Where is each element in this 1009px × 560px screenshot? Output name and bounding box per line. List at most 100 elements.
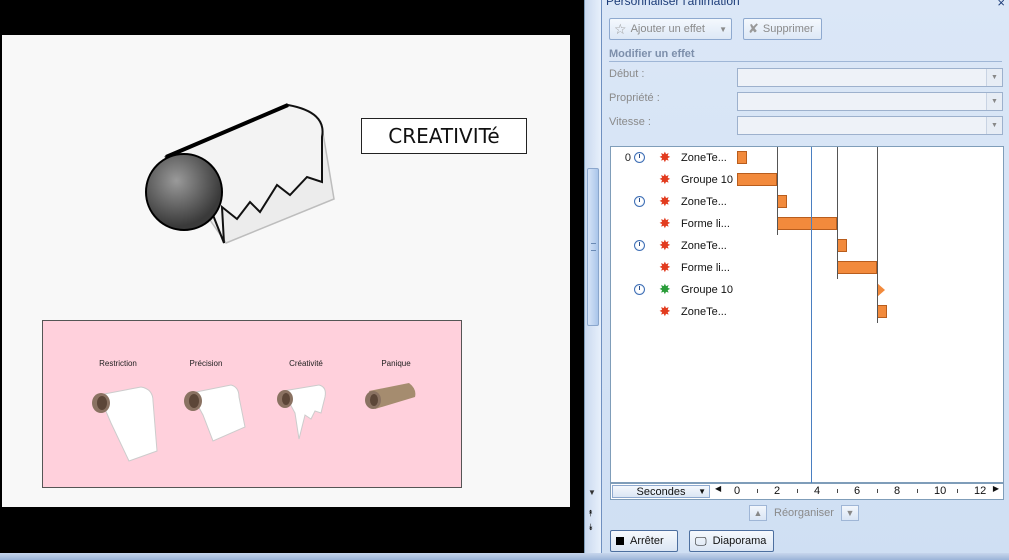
star-outline-icon: ☆: [614, 20, 627, 37]
timeline-tick-label: 8: [894, 485, 901, 497]
timeline-tick-label: 10: [934, 485, 947, 497]
animation-label: ZoneTe...: [681, 196, 727, 208]
delete-label: Supprimer: [762, 23, 814, 35]
stop-button[interactable]: Arrêter: [610, 530, 678, 552]
timeline-cursor[interactable]: [811, 147, 812, 484]
timeline-minor-tick: [797, 489, 798, 493]
red-star-icon: ✸: [659, 303, 671, 319]
timeline-minor-tick: [957, 489, 958, 493]
reorder-controls: ▲ Réorganiser ▼: [749, 504, 859, 522]
timeline-tick-label: 12: [974, 485, 987, 497]
roll-stages-image[interactable]: Restriction Précision Créativité Panique: [42, 320, 462, 488]
timing-boundary-line: [837, 147, 838, 279]
creativite-text-box[interactable]: CREATIVITé: [361, 118, 527, 154]
slideshow-icon: 🖵: [695, 533, 707, 548]
clock-icon: [634, 196, 645, 207]
stage-label-precision: Précision: [189, 359, 223, 368]
status-strip: [0, 553, 1009, 560]
slide-editor-area: CREATIVITé Restriction Précision Créativ…: [0, 0, 584, 560]
timeline-tick-label: 4: [814, 485, 821, 497]
red-star-icon: ✸: [659, 149, 671, 165]
slide-scrollbar[interactable]: ▼ ⯭ ⯯: [584, 0, 601, 560]
next-slide-icon[interactable]: ⯯: [588, 522, 593, 533]
animation-row[interactable]: ✸ Groupe 10: [611, 169, 1003, 191]
timing-bar[interactable]: [837, 261, 877, 274]
roll-half-icon: [184, 384, 246, 442]
timeline-scroll-left-icon[interactable]: ◀: [715, 484, 721, 493]
move-up-button[interactable]: ▲: [749, 505, 767, 521]
roll-torn-icon: [277, 384, 326, 440]
red-star-icon: ✸: [659, 259, 671, 275]
chevron-down-icon: ▼: [986, 93, 1002, 110]
timeline-minor-tick: [917, 489, 918, 493]
stage-label-restriction: Restriction: [99, 359, 137, 368]
stage-label-creativite: Créativité: [289, 359, 323, 368]
slideshow-label: Diaporama: [712, 535, 767, 547]
stop-icon: [616, 537, 624, 545]
move-down-button[interactable]: ▼: [840, 505, 859, 521]
animation-row[interactable]: ✸ ZoneTe...: [611, 191, 1003, 213]
animation-label: ZoneTe...: [681, 306, 727, 318]
animation-row[interactable]: ✸ Groupe 10: [611, 279, 1003, 301]
chevron-down-icon: ▼: [719, 24, 727, 34]
custom-animation-pane: Personnaliser l'animation × ☆ Ajouter un…: [601, 0, 1009, 560]
animation-row[interactable]: 0 ✸ ZoneTe...: [611, 147, 1003, 169]
add-effect-button[interactable]: ☆ Ajouter un effet ▼: [609, 18, 732, 40]
timing-bar[interactable]: [737, 151, 747, 164]
timeline-ruler[interactable]: Secondes ▼ ◀ 0 2 4 6 8 10 12 ▶: [610, 483, 1004, 500]
speed-label: Vitesse :: [609, 116, 651, 128]
animation-row[interactable]: ✸ Forme li...: [611, 257, 1003, 279]
clock-icon: [634, 152, 645, 163]
roll-empty-icon: [365, 383, 416, 409]
start-dropdown[interactable]: ▼: [737, 68, 1003, 87]
timeline-tick-label: 2: [774, 485, 781, 497]
timing-marker[interactable]: [877, 283, 885, 297]
timing-bar[interactable]: [777, 217, 837, 230]
chevron-down-icon: ▼: [986, 117, 1002, 134]
stage-label-panique: Panique: [381, 359, 411, 368]
animation-label: Forme li...: [681, 218, 730, 230]
red-star-icon: ✸: [659, 237, 671, 253]
timing-boundary-line: [877, 147, 878, 323]
toilet-roll-illustration[interactable]: [142, 67, 342, 257]
timeline-scroll-right-icon[interactable]: ▶: [993, 484, 999, 493]
delete-button[interactable]: ✘ Supprimer: [743, 18, 822, 40]
timeline-tick-label: 6: [854, 485, 861, 497]
timeline-tick-label: 0: [734, 485, 741, 497]
scroll-down-icon[interactable]: ▼: [588, 488, 596, 497]
slideshow-button[interactable]: 🖵 Diaporama: [689, 530, 774, 552]
green-star-icon: ✸: [659, 281, 671, 297]
start-label: Début :: [609, 68, 645, 80]
slide-canvas[interactable]: CREATIVITé Restriction Précision Créativ…: [2, 35, 570, 507]
animation-label: ZoneTe...: [681, 152, 727, 164]
seconds-label: Secondes: [636, 486, 686, 498]
timing-bar[interactable]: [737, 173, 777, 186]
seconds-dropdown[interactable]: Secondes ▼: [612, 485, 710, 498]
animation-order-number: 0: [624, 152, 631, 164]
animation-label: Forme li...: [681, 262, 730, 274]
animation-list[interactable]: 0 ✸ ZoneTe... ✸ Groupe 10 ✸ ZoneTe... ✸ Forme li…: [610, 146, 1004, 484]
scrollbar-thumb[interactable]: [587, 168, 599, 326]
animation-row[interactable]: ✸ ZoneTe...: [611, 235, 1003, 257]
timeline-minor-tick: [837, 489, 838, 493]
clock-icon: [634, 240, 645, 251]
speed-dropdown[interactable]: ▼: [737, 116, 1003, 135]
animation-row[interactable]: ✸ ZoneTe...: [611, 301, 1003, 323]
property-dropdown[interactable]: ▼: [737, 92, 1003, 111]
timing-bar[interactable]: [877, 305, 887, 318]
animation-label: ZoneTe...: [681, 240, 727, 252]
timing-bar[interactable]: [837, 239, 847, 252]
modify-effect-heading: Modifier un effet: [609, 48, 1002, 62]
red-star-icon: ✸: [659, 171, 671, 187]
add-effect-label: Ajouter un effet: [630, 23, 705, 35]
reorder-label: Réorganiser: [774, 507, 834, 519]
pane-title: Personnaliser l'animation: [606, 0, 740, 8]
previous-slide-icon[interactable]: ⯭: [588, 508, 593, 519]
animation-label: Groupe 10: [681, 174, 733, 186]
clock-icon: [634, 284, 645, 295]
animation-row[interactable]: ✸ Forme li...: [611, 213, 1003, 235]
timing-bar[interactable]: [777, 195, 787, 208]
close-icon[interactable]: ×: [997, 0, 1005, 10]
timeline-minor-tick: [877, 489, 878, 493]
chevron-down-icon: ▼: [698, 487, 706, 496]
